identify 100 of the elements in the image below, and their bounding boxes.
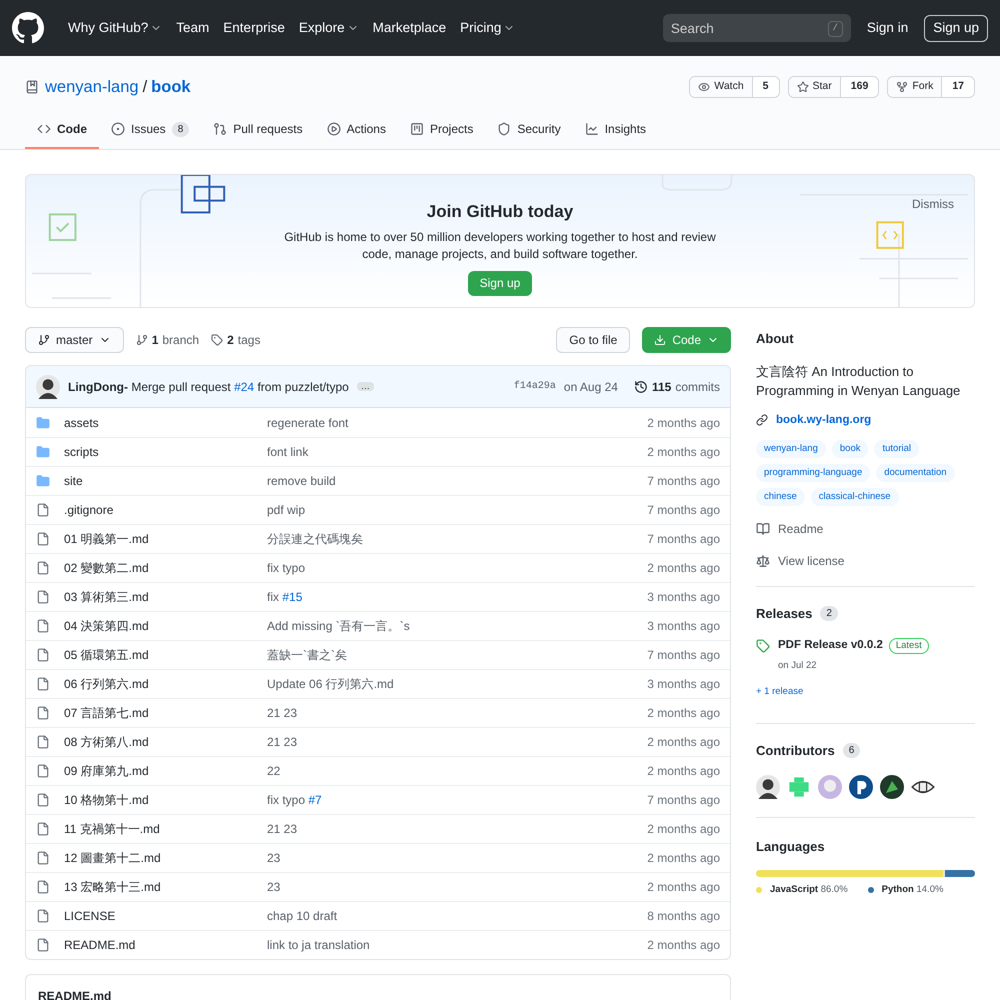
commit-sha[interactable]: f14a29a <box>514 379 556 394</box>
avatar[interactable] <box>849 774 873 798</box>
file-name[interactable]: 07 言語第七.md <box>64 704 267 722</box>
commit-message[interactable]: 22 <box>267 762 280 780</box>
commit-message[interactable]: Update 06 行列第六.md <box>267 675 394 693</box>
commit-message[interactable]: fix typo #7 <box>267 791 322 809</box>
file-name[interactable]: 12 圖畫第十二.md <box>64 849 267 867</box>
tags-link[interactable]: 2 tags <box>211 331 260 349</box>
commit-message[interactable]: remove build <box>267 472 336 490</box>
readme-link[interactable]: Readme <box>756 520 975 538</box>
commit-message[interactable]: 23 <box>267 878 280 896</box>
file-name[interactable]: README.md <box>64 936 267 954</box>
file-name[interactable]: .gitignore <box>64 501 267 519</box>
topic-tag[interactable]: wenyan-lang <box>756 440 826 458</box>
commit-message[interactable]: 21 23 <box>267 733 298 751</box>
repo-tab[interactable]: Projects <box>398 111 486 149</box>
file-row[interactable]: 06 行列第六.md Update 06 行列第六.md 3 months ago <box>26 669 730 698</box>
nav-link[interactable]: Explore <box>298 18 359 38</box>
file-row[interactable]: 11 克禍第十一.md 21 23 2 months ago <box>26 814 730 843</box>
file-row[interactable]: 05 循環第五.md 蓋缺一`書之`矣 7 months ago <box>26 640 730 669</box>
file-name[interactable]: assets <box>64 414 267 432</box>
nav-link[interactable]: Marketplace <box>372 18 446 38</box>
file-name[interactable]: 05 循環第五.md <box>64 646 267 664</box>
file-row[interactable]: 12 圖畫第十二.md 23 2 months ago <box>26 843 730 872</box>
repo-action-button[interactable]: Star 169 <box>788 76 880 98</box>
topic-tag[interactable]: chinese <box>756 488 805 506</box>
github-logo[interactable] <box>12 12 44 44</box>
commit-message[interactable]: pdf wip <box>267 501 306 519</box>
repo-tab[interactable]: Issues 8 <box>99 111 202 149</box>
repo-tab[interactable]: Insights <box>572 111 658 149</box>
file-row[interactable]: 08 方術第八.md 21 23 2 months ago <box>26 727 730 756</box>
topic-tag[interactable]: programming-language <box>756 464 870 482</box>
file-name[interactable]: 10 格物第十.md <box>64 791 267 809</box>
repo-tab[interactable]: Actions <box>314 111 398 149</box>
language-label[interactable]: JavaScript 86.0% <box>770 883 848 898</box>
file-row[interactable]: site remove build 7 months ago <box>26 466 730 495</box>
branches-link[interactable]: 1 branch <box>136 331 200 349</box>
sign-up-button[interactable]: Sign up <box>924 14 988 42</box>
commit-message[interactable]: font link <box>267 443 308 461</box>
expand-button[interactable]: … <box>356 382 374 391</box>
commit-message[interactable]: regenerate font <box>267 414 348 432</box>
go-to-file-button[interactable]: Go to file <box>556 327 630 353</box>
repo-tab[interactable]: Code <box>25 111 99 149</box>
release-link[interactable]: PDF Release v0.0.2 <box>778 637 883 654</box>
repo-tab[interactable]: Security <box>485 111 573 149</box>
file-name[interactable]: site <box>64 472 267 490</box>
file-name[interactable]: LICENSE <box>64 907 267 925</box>
file-name[interactable]: 02 變數第二.md <box>64 559 267 577</box>
dismiss-link[interactable]: Dismiss <box>912 195 954 213</box>
commit-message[interactable]: fix #15 <box>267 588 302 606</box>
nav-link[interactable]: Team <box>176 18 210 38</box>
nav-link[interactable]: Enterprise <box>223 18 285 38</box>
commit-message[interactable]: 21 23 <box>267 820 298 838</box>
repo-action-button[interactable]: Fork 17 <box>887 76 975 98</box>
more-releases-link[interactable]: + 1 release <box>756 684 975 699</box>
language-label[interactable]: Python 14.0% <box>882 883 944 898</box>
file-row[interactable]: LICENSE chap 10 draft 8 months ago <box>26 901 730 930</box>
file-row[interactable]: 09 府庫第九.md 22 2 months ago <box>26 756 730 785</box>
commit-message[interactable]: 23 <box>267 849 280 867</box>
file-name[interactable]: 04 決策第四.md <box>64 617 267 635</box>
nav-link[interactable]: Pricing <box>460 18 516 38</box>
commits-link[interactable]: 115 commits <box>634 378 720 396</box>
topic-tag[interactable]: documentation <box>876 464 955 482</box>
topic-tag[interactable]: tutorial <box>874 440 919 458</box>
file-row[interactable]: assets regenerate font 2 months ago <box>26 408 730 437</box>
website-link[interactable]: book.wy-lang.org <box>756 412 975 429</box>
topic-tag[interactable]: book <box>832 440 868 458</box>
file-name[interactable]: 11 克禍第十一.md <box>64 820 267 838</box>
avatar[interactable] <box>36 374 60 398</box>
owner-link[interactable]: wenyan-lang <box>45 74 139 100</box>
repo-tab[interactable]: Pull requests <box>201 111 315 149</box>
commit-message[interactable]: link to ja translation <box>267 936 370 954</box>
file-row[interactable]: 10 格物第十.md fix typo #7 7 months ago <box>26 785 730 814</box>
commit-message[interactable]: 蓋缺一`書之`矣 <box>267 646 347 664</box>
branch-select[interactable]: master <box>25 327 124 353</box>
commit-message[interactable]: chap 10 draft <box>267 907 338 925</box>
nav-link[interactable]: Why GitHub? <box>68 18 162 38</box>
file-name[interactable]: 09 府庫第九.md <box>64 762 267 780</box>
file-row[interactable]: scripts font link 2 months ago <box>26 437 730 466</box>
file-row[interactable]: 04 決策第四.md Add missing `吾有一言。`s 3 months ago <box>26 611 730 640</box>
file-row[interactable]: 07 言語第七.md 21 23 2 months ago <box>26 698 730 727</box>
file-row[interactable]: 13 宏略第十三.md 23 2 months ago <box>26 872 730 901</box>
file-row[interactable]: .gitignore pdf wip 7 months ago <box>26 495 730 524</box>
file-name[interactable]: scripts <box>64 443 267 461</box>
file-row[interactable]: README.md link to ja translation 2 months ago <box>26 930 730 959</box>
file-name[interactable]: 13 宏略第十三.md <box>64 878 267 896</box>
file-row[interactable]: 03 算術第三.md fix #15 3 months ago <box>26 582 730 611</box>
license-link[interactable]: View license <box>756 552 975 570</box>
file-name[interactable]: 06 行列第六.md <box>64 675 267 693</box>
topic-tag[interactable]: classical-chinese <box>810 488 899 506</box>
avatar[interactable] <box>880 774 904 798</box>
file-name[interactable]: 08 方術第八.md <box>64 733 267 751</box>
commit-message[interactable]: 21 23 <box>267 704 298 722</box>
file-name[interactable]: 01 明義第一.md <box>64 530 267 548</box>
avatar[interactable] <box>756 774 780 798</box>
repo-action-button[interactable]: Watch 5 <box>689 76 780 98</box>
commit-message[interactable]: fix typo <box>267 559 306 577</box>
file-name[interactable]: 03 算術第三.md <box>64 588 267 606</box>
repo-name-link[interactable]: book <box>151 74 191 100</box>
commit-message[interactable]: Add missing `吾有一言。`s <box>267 617 410 635</box>
